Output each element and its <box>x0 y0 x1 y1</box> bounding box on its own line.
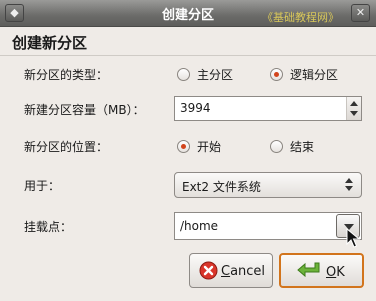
radio-start[interactable] <box>177 140 190 153</box>
partition-type-label: 新分区的类型： <box>24 68 109 82</box>
ok-button[interactable]: OK <box>279 253 364 288</box>
mouse-cursor-icon <box>346 228 360 248</box>
cancel-button[interactable]: Cancel <box>189 253 273 288</box>
radio-logical[interactable] <box>270 68 283 81</box>
title-bar: ◆ 创建分区 《基础教程网》 ✕ <box>0 0 376 27</box>
radio-end[interactable] <box>270 140 283 153</box>
ok-arrow-icon <box>297 262 320 278</box>
partition-size-label: 新建分区容量（MB）： <box>24 103 145 117</box>
radio-end-label[interactable]: 结束 <box>290 138 314 155</box>
mount-point-label: 挂载点： <box>24 220 73 234</box>
watermark: 《基础教程网》 <box>262 11 339 24</box>
filesystem-value: Ext2 文件系统 <box>182 180 261 194</box>
mount-point-combo-entry[interactable]: /home <box>174 212 362 240</box>
radio-primary-label[interactable]: 主分区 <box>197 66 233 83</box>
filesystem-combo[interactable]: Ext2 文件系统 <box>174 172 362 198</box>
size-spin-buttons[interactable] <box>346 97 361 120</box>
mount-point-value[interactable]: /home <box>180 219 218 233</box>
cancel-label: Cancel <box>221 264 266 279</box>
size-value[interactable]: 3994 <box>180 101 211 115</box>
partition-position-label: 新分区的位置： <box>24 140 109 154</box>
close-button[interactable]: ✕ <box>351 4 370 22</box>
divider <box>0 55 376 56</box>
size-spinbox[interactable]: 3994 <box>174 96 362 121</box>
ok-label: OK <box>326 265 345 280</box>
combo-arrows-icon <box>345 178 353 192</box>
dialog-heading: 创建新分区 <box>12 34 88 52</box>
radio-logical-label[interactable]: 逻辑分区 <box>290 66 338 83</box>
spin-up-icon[interactable] <box>350 101 358 106</box>
spin-down-icon[interactable] <box>350 111 358 116</box>
use-as-label: 用于： <box>24 179 61 193</box>
radio-start-label[interactable]: 开始 <box>197 138 221 155</box>
cancel-icon <box>199 261 218 280</box>
close-icon: ✕ <box>355 6 366 19</box>
radio-primary[interactable] <box>177 68 190 81</box>
